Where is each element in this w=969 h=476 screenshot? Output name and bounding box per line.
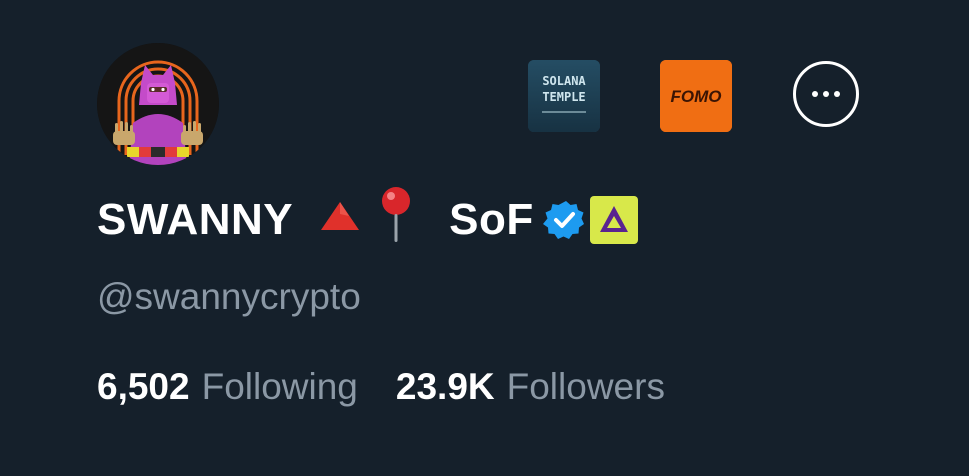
following-stat[interactable]: 6,502 Following xyxy=(97,366,358,408)
display-name-row: SWANNY SoF xyxy=(97,186,638,250)
fomo-badge[interactable]: FOMO xyxy=(660,60,732,132)
following-label: Following xyxy=(201,366,358,407)
following-count: 6,502 xyxy=(97,366,190,407)
display-name-suffix: SoF xyxy=(449,195,534,244)
more-options-button[interactable] xyxy=(793,61,859,127)
dot-icon xyxy=(812,91,818,97)
svg-text:FOMO: FOMO xyxy=(671,87,722,106)
pushpin-icon xyxy=(377,185,415,256)
profile-handle: @swannycrypto xyxy=(97,276,361,317)
verified-badge-icon[interactable] xyxy=(542,198,586,242)
solana-temple-badge[interactable]: SOLANA TEMPLE xyxy=(528,60,600,132)
followers-stat[interactable]: 23.9K Followers xyxy=(396,366,665,408)
dot-icon xyxy=(823,91,829,97)
followers-label: Followers xyxy=(506,366,665,407)
display-name: SWANNY xyxy=(97,195,294,244)
followers-count: 23.9K xyxy=(395,366,495,407)
profile-stats: 6,502 Following 23.9K Followers xyxy=(97,366,665,408)
profile-avatar[interactable] xyxy=(97,43,219,165)
svg-text:SOLANA: SOLANA xyxy=(542,74,586,88)
svg-text:TEMPLE: TEMPLE xyxy=(542,90,585,104)
affiliate-badge-icon[interactable] xyxy=(589,196,638,244)
red-triangle-icon xyxy=(317,194,363,247)
dot-icon xyxy=(834,91,840,97)
